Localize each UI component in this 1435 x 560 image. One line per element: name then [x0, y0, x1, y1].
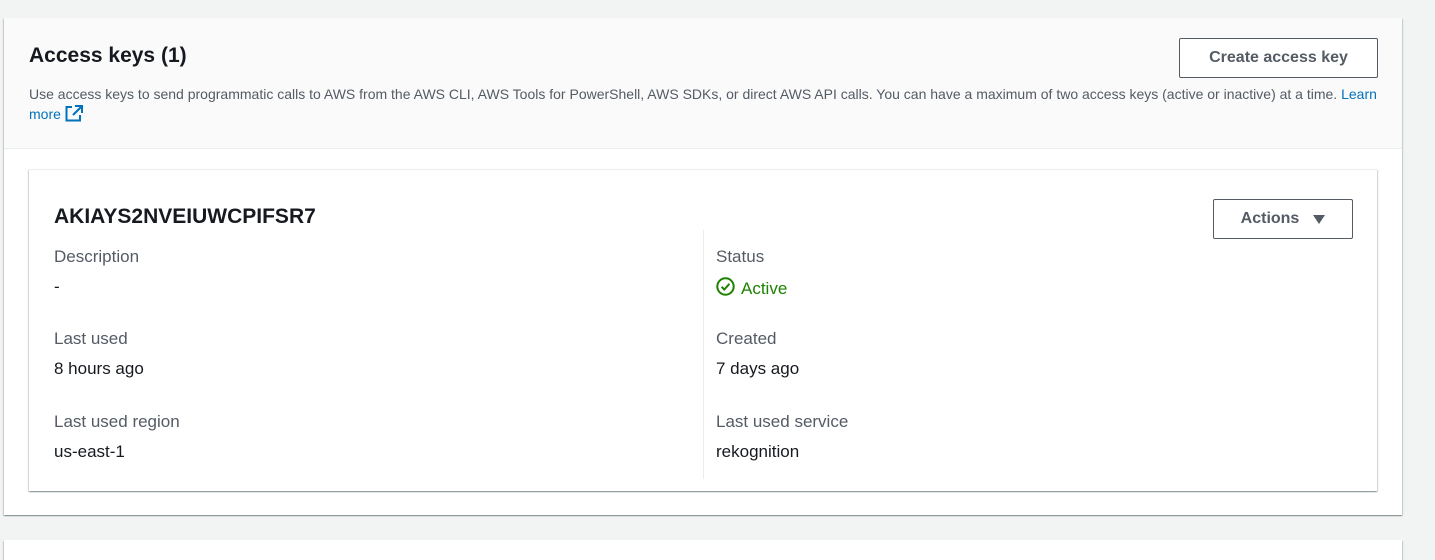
access-keys-description: Use access keys to send programmatic cal…	[29, 84, 1379, 127]
access-key-id: AKIAYS2NVEIUWCPIFSR7	[54, 205, 316, 228]
access-key-card: AKIAYS2NVEIUWCPIFSR7 Actions Description…	[29, 169, 1377, 491]
check-circle-icon	[716, 277, 735, 301]
access-keys-panel: Access keys (1) Create access key Use ac…	[4, 18, 1402, 515]
last-used-region-value: us-east-1	[54, 442, 125, 461]
column-divider	[703, 230, 704, 479]
caret-down-icon	[1313, 214, 1326, 224]
access-keys-description-text: Use access keys to send programmatic cal…	[29, 86, 1338, 102]
actions-label: Actions	[1240, 210, 1300, 227]
created-value: 7 days ago	[716, 359, 800, 378]
last-used-service-value: rekognition	[716, 442, 800, 461]
status-value: Active	[716, 277, 787, 301]
access-keys-header: Access keys (1) Create access key Use ac…	[4, 18, 1402, 149]
status-label: Status	[716, 247, 765, 266]
actions-dropdown-button[interactable]: Actions	[1213, 199, 1353, 239]
last-used-service-label: Last used service	[716, 412, 849, 431]
create-access-key-button[interactable]: Create access key	[1179, 38, 1378, 78]
status-text: Active	[741, 279, 788, 298]
access-keys-title: Access keys (1)	[29, 44, 187, 67]
external-link-icon	[65, 105, 83, 127]
last-used-label: Last used	[54, 329, 128, 348]
description-label: Description	[54, 247, 140, 266]
description-value: -	[54, 277, 60, 296]
last-used-value: 8 hours ago	[54, 359, 144, 378]
created-label: Created	[716, 329, 777, 348]
next-panel	[4, 540, 1402, 560]
last-used-region-label: Last used region	[54, 412, 180, 431]
